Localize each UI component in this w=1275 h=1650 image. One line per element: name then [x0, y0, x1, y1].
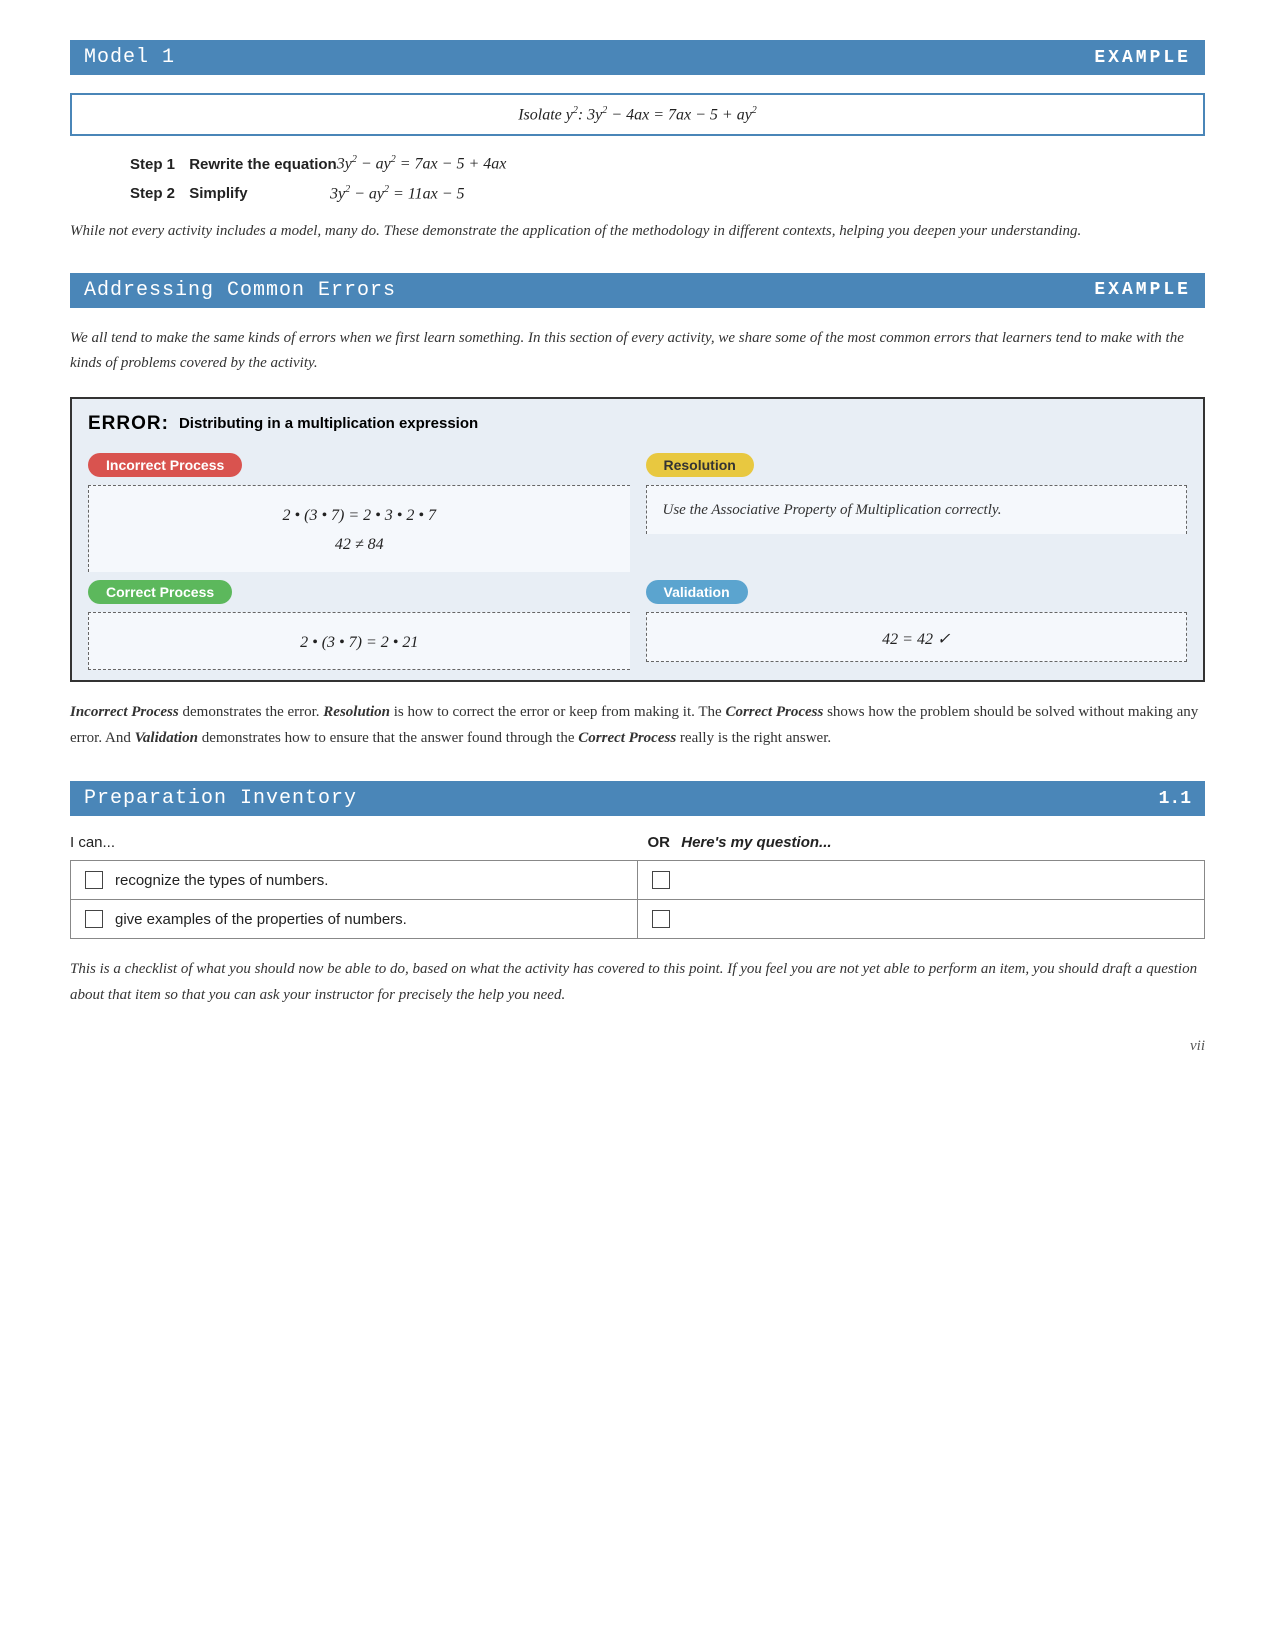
step1-row: Step 1 Rewrite the equation 3y2 − ay2 = …: [70, 154, 1205, 173]
model1-title: Model 1: [84, 46, 175, 69]
checklist-left-2: give examples of the properties of numbe…: [71, 900, 638, 938]
validation-cell: 42 = 42 ✓: [646, 612, 1188, 662]
model1-section: Model 1 EXAMPLE Isolate y2: 3y2 − 4ax = …: [70, 40, 1205, 243]
step2-label: Step 2 Simplify: [70, 185, 330, 202]
i-can-label: I can...: [70, 834, 115, 851]
ace-intro: We all tend to make the same kinds of er…: [70, 326, 1205, 377]
resolution-badge: Resolution: [646, 453, 754, 477]
ace-title: Addressing Common Errors: [84, 279, 396, 302]
prep-right-header: OR Here's my question...: [648, 834, 1206, 852]
checkbox-2-right[interactable]: [652, 910, 670, 928]
step2-equation: 3y2 − ay2 = 11ax − 5: [330, 184, 465, 203]
my-question-label: Here's my question...: [681, 834, 831, 851]
checkbox-2[interactable]: [85, 910, 103, 928]
model1-header: Model 1 EXAMPLE: [70, 40, 1205, 75]
validation-badge: Validation: [646, 580, 748, 604]
model1-tag: EXAMPLE: [1094, 48, 1191, 68]
error-grid: Incorrect Process 2 • (3 • 7) = 2 • 3 • …: [88, 449, 1187, 670]
prep-number: 1.1: [1159, 789, 1191, 809]
checklist-item-2: give examples of the properties of numbe…: [115, 911, 407, 928]
error-label: ERROR:: [88, 413, 169, 435]
step1-equation: 3y2 − ay2 = 7ax − 5 + 4ax: [337, 154, 507, 173]
step1-label: Step 1 Rewrite the equation: [70, 156, 337, 173]
checklist-right-1: [638, 861, 1204, 899]
checklist-row-2: give examples of the properties of numbe…: [70, 900, 1205, 939]
checklist-item-1: recognize the types of numbers.: [115, 872, 328, 889]
error-box: ERROR: Distributing in a multiplication …: [70, 397, 1205, 682]
validation-header-cell: Validation 42 = 42 ✓: [638, 572, 1188, 671]
resolution-cell: Use the Associative Property of Multipli…: [646, 485, 1188, 534]
incorrect-badge: Incorrect Process: [88, 453, 242, 477]
resolution-text: Use the Associative Property of Multipli…: [663, 498, 1171, 522]
checklist-table: recognize the types of numbers. give exa…: [70, 860, 1205, 939]
correct-badge: Correct Process: [88, 580, 232, 604]
checkbox-1-right[interactable]: [652, 871, 670, 889]
step2-row: Step 2 Simplify 3y2 − ay2 = 11ax − 5: [70, 184, 1205, 203]
ace-tag: EXAMPLE: [1094, 280, 1191, 300]
checklist-left-1: recognize the types of numbers.: [71, 861, 638, 899]
resolution-header-cell: Resolution Use the Associative Property …: [638, 449, 1188, 572]
prep-section: Preparation Inventory 1.1 I can... OR He…: [70, 781, 1205, 1008]
steps-table: Step 1 Rewrite the equation 3y2 − ay2 = …: [70, 154, 1205, 203]
incorrect-header-cell: Incorrect Process 2 • (3 • 7) = 2 • 3 • …: [88, 449, 638, 572]
ace-section: Addressing Common Errors EXAMPLE We all …: [70, 273, 1205, 751]
prep-title: Preparation Inventory: [84, 787, 357, 810]
prep-note: This is a checklist of what you should n…: [70, 957, 1205, 1008]
page-footer: vii: [70, 1038, 1205, 1055]
error-description: Distributing in a multiplication express…: [179, 415, 478, 432]
correct-eq: 2 • (3 • 7) = 2 • 21: [105, 629, 614, 658]
page-number: vii: [1190, 1038, 1205, 1054]
error-title-row: ERROR: Distributing in a multiplication …: [88, 413, 1187, 435]
prep-header: Preparation Inventory 1.1: [70, 781, 1205, 816]
checkbox-1[interactable]: [85, 871, 103, 889]
incorrect-eq: 2 • (3 • 7) = 2 • 3 • 2 • 7 42 ≠ 84: [105, 502, 614, 560]
checklist-row-1: recognize the types of numbers.: [70, 860, 1205, 900]
incorrect-process-cell: 2 • (3 • 7) = 2 • 3 • 2 • 7 42 ≠ 84: [88, 485, 630, 572]
validation-eq: 42 = 42 ✓: [663, 629, 1171, 649]
isolate-box: Isolate y2: 3y2 − 4ax = 7ax − 5 + ay2: [70, 93, 1205, 136]
correct-process-cell: 2 • (3 • 7) = 2 • 21: [88, 612, 630, 671]
isolate-equation: Isolate y2: 3y2 − 4ax = 7ax − 5 + ay2: [518, 105, 757, 124]
prep-left-header: I can...: [70, 834, 648, 852]
correct-header-cell: Correct Process 2 • (3 • 7) = 2 • 21: [88, 572, 638, 671]
model-note: While not every activity includes a mode…: [70, 219, 1205, 243]
prep-column-headers: I can... OR Here's my question...: [70, 834, 1205, 852]
checklist-right-2: [638, 900, 1204, 938]
error-explanation: Incorrect Process demonstrates the error…: [70, 700, 1205, 751]
ace-header: Addressing Common Errors EXAMPLE: [70, 273, 1205, 308]
or-label: OR: [648, 834, 671, 851]
